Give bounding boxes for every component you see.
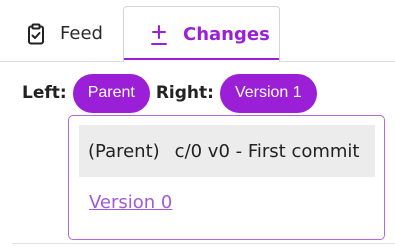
tab-feed[interactable]: Feed bbox=[0, 6, 122, 61]
option-text: c/0 v0 - First commit bbox=[174, 140, 360, 162]
dropdown-option-parent[interactable]: (Parent) c/0 v0 - First commit bbox=[79, 125, 375, 177]
plus-minus-icon bbox=[147, 23, 171, 47]
right-label: Right: bbox=[155, 83, 214, 103]
tab-feed-label: Feed bbox=[60, 23, 103, 44]
left-version-button[interactable]: Parent bbox=[72, 73, 150, 113]
active-tab-indicator bbox=[124, 58, 279, 60]
right-version-button[interactable]: Version 1 bbox=[219, 73, 317, 113]
clipboard-check-icon bbox=[24, 22, 48, 46]
left-label: Left: bbox=[22, 83, 67, 103]
tab-bar: Feed Changes bbox=[0, 0, 395, 62]
version-dropdown: (Parent) c/0 v0 - First commit Version 0 bbox=[68, 115, 385, 240]
tab-changes-label: Changes bbox=[183, 24, 270, 45]
option-tag: (Parent) bbox=[88, 140, 160, 162]
compare-selector: Left: Parent Right: Version 1 bbox=[22, 73, 323, 113]
content-divider bbox=[12, 243, 395, 244]
tab-changes[interactable]: Changes bbox=[123, 6, 280, 62]
dropdown-option-version-0[interactable]: Version 0 bbox=[89, 192, 172, 213]
